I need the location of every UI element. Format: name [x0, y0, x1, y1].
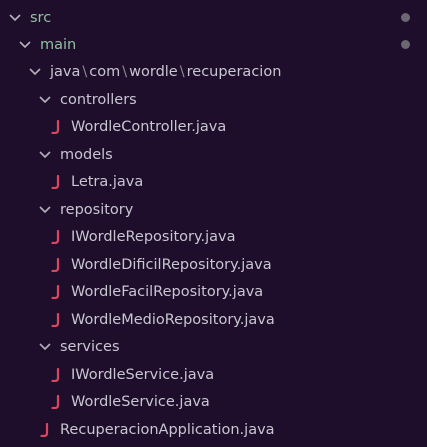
file-name: IWordleRepository.java — [71, 229, 236, 246]
file-name: RecuperacionApplication.java — [60, 421, 275, 438]
file-item[interactable]: WordleMedioRepository.java — [0, 306, 427, 334]
path-separator: \ — [122, 64, 128, 81]
package-path: java \ com \ wordle \ recuperacion — [50, 64, 281, 80]
java-file-icon — [47, 393, 65, 411]
java-file-icon — [47, 366, 65, 384]
package-segment: recuperacion — [186, 64, 282, 81]
java-file-icon — [47, 173, 65, 191]
folder-services[interactable]: services — [0, 334, 427, 362]
folder-package[interactable]: java \ com \ wordle \ recuperacion — [0, 59, 427, 87]
folder-main[interactable]: main — [0, 31, 427, 59]
chevron-down-icon[interactable] — [36, 146, 54, 164]
file-item[interactable]: RecuperacionApplication.java — [0, 416, 427, 444]
java-file-icon — [47, 283, 65, 301]
package-segment: com — [89, 64, 121, 81]
chevron-down-icon[interactable] — [36, 201, 54, 219]
folder-controllers[interactable]: controllers — [0, 86, 427, 114]
java-file-icon — [47, 228, 65, 246]
file-item[interactable]: WordleController.java — [0, 114, 427, 142]
path-separator: \ — [179, 64, 185, 81]
file-name: WordleFacilRepository.java — [71, 284, 264, 301]
java-file-icon — [36, 421, 54, 439]
folder-src[interactable]: src — [0, 4, 427, 32]
chevron-down-icon[interactable] — [26, 63, 44, 81]
modified-dot-icon — [401, 40, 410, 50]
package-segment: wordle — [129, 64, 178, 81]
folder-repository[interactable]: repository — [0, 196, 427, 224]
file-item[interactable]: WordleFacilRepository.java — [0, 279, 427, 307]
chevron-down-icon[interactable] — [36, 91, 54, 109]
file-name: WordleDificilRepository.java — [71, 256, 272, 273]
file-item[interactable]: IWordleRepository.java — [0, 224, 427, 252]
folder-label: services — [60, 339, 120, 356]
file-name: WordleMedioRepository.java — [71, 311, 275, 328]
java-file-icon — [47, 118, 65, 136]
file-item[interactable]: IWordleService.java — [0, 361, 427, 389]
chevron-down-icon[interactable] — [6, 9, 24, 27]
java-file-icon — [47, 256, 65, 274]
file-name: IWordleService.java — [71, 366, 215, 383]
path-separator: \ — [82, 64, 88, 81]
folder-label: models — [60, 146, 113, 163]
file-item[interactable]: Letra.java — [0, 169, 427, 197]
package-segment: java — [50, 64, 81, 81]
file-item[interactable]: WordleService.java — [0, 389, 427, 417]
modified-dot-icon — [401, 13, 410, 23]
file-name: WordleController.java — [71, 119, 227, 136]
chevron-down-icon[interactable] — [36, 338, 54, 356]
folder-models[interactable]: models — [0, 141, 427, 169]
folder-label: controllers — [60, 91, 137, 108]
file-name: WordleService.java — [71, 394, 210, 411]
java-file-icon — [47, 311, 65, 329]
file-explorer-tree: src main java \ com \ wordle \ recuperacion co… — [0, 0, 427, 447]
folder-label: repository — [60, 201, 134, 218]
folder-label: src — [30, 9, 52, 26]
folder-label: main — [40, 36, 77, 53]
chevron-down-icon[interactable] — [16, 36, 34, 54]
file-name: Letra.java — [71, 174, 144, 191]
file-item[interactable]: WordleDificilRepository.java — [0, 251, 427, 279]
